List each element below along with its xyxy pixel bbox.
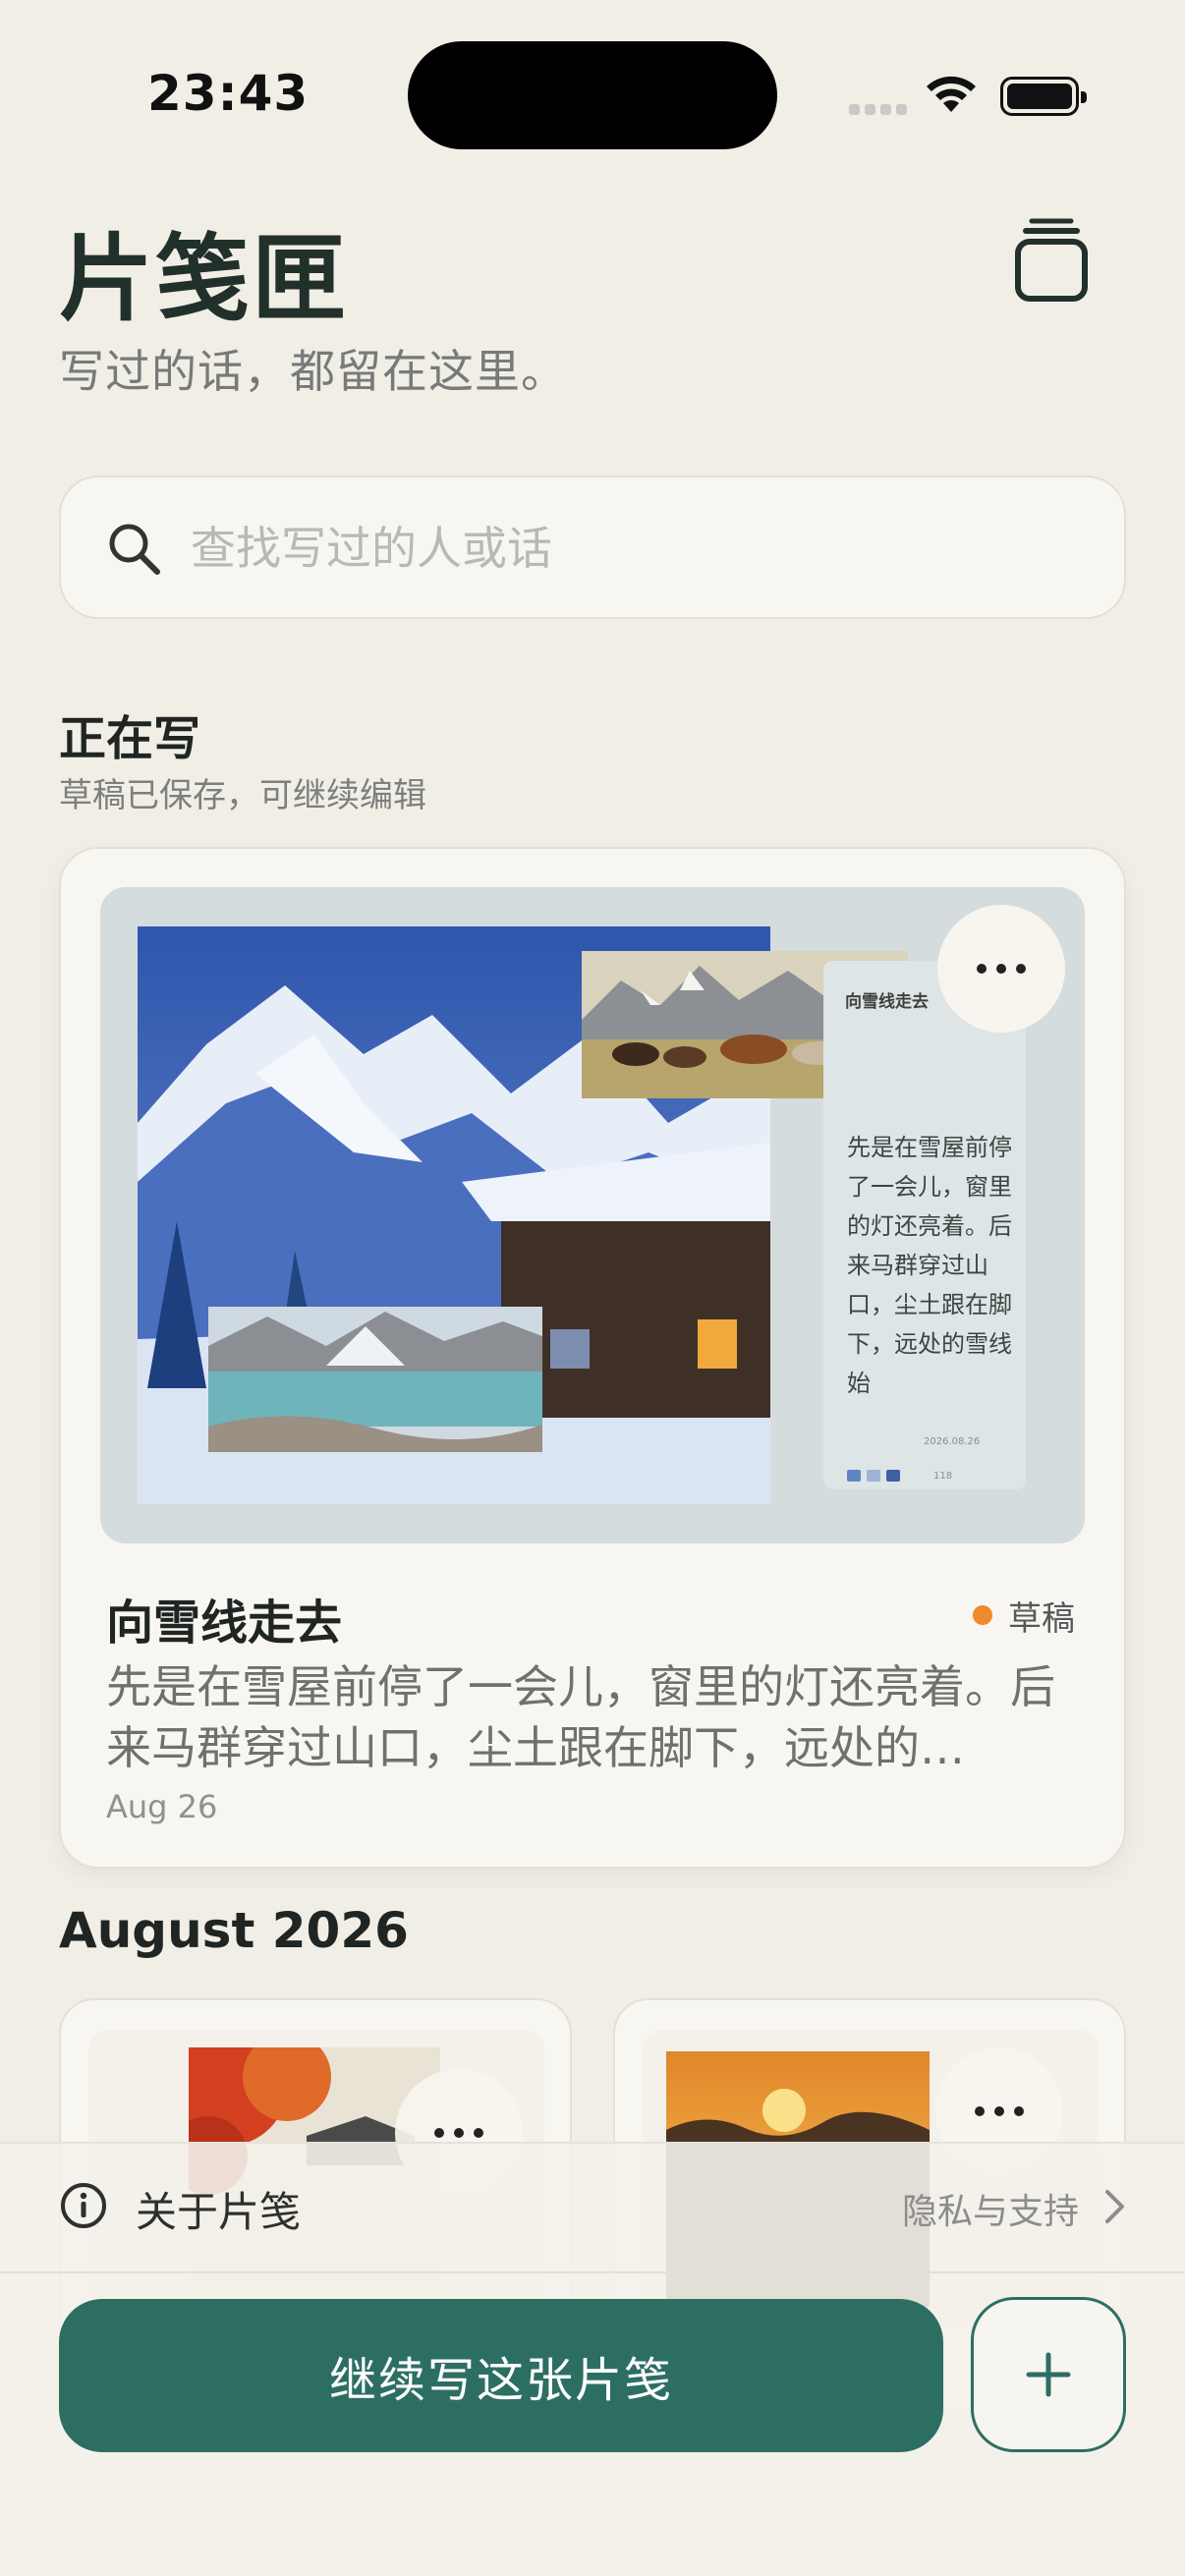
palette-swatch <box>886 1470 900 1482</box>
privacy-support-link[interactable]: 隐私与支持 <box>902 2183 1079 2234</box>
more-icon <box>434 2128 483 2138</box>
draft-date: Aug 26 <box>106 1788 218 1825</box>
note-text: 先是在雪屋前停了一会儿，窗里的灯还亮着。后来马群穿过山口，尘土跟在脚下，远处的雪… <box>847 1134 1012 1397</box>
more-icon <box>975 2106 1024 2116</box>
glacier-lake-image <box>208 1307 542 1452</box>
note-count: 118 <box>933 1471 953 1482</box>
wifi-icon <box>927 76 976 112</box>
page-subtitle: 写过的话，都留在这里。 <box>59 345 567 398</box>
note-title: 向雪线走去 <box>845 992 929 1012</box>
more-icon <box>977 964 1026 974</box>
note-date: 2026.08.26 <box>924 1436 981 1447</box>
draft-more-button[interactable] <box>937 905 1065 1033</box>
draft-excerpt: 先是在雪屋前停了一会儿，窗里的灯还亮着。后来马群穿过山口，尘土跟在脚下，远处的… <box>106 1660 1055 1774</box>
search-icon <box>109 524 160 575</box>
month-section-title: August 2026 <box>59 1902 409 1959</box>
search-bar <box>59 476 1126 619</box>
palette-swatch <box>847 1470 861 1482</box>
divider <box>0 2271 1185 2273</box>
add-postcard-button[interactable] <box>971 2297 1126 2452</box>
continue-writing-button[interactable]: 继续写这张片笺 <box>59 2299 943 2452</box>
chevron-right-icon[interactable] <box>1102 2187 1128 2226</box>
draft-status-label: 草稿 <box>1008 1599 1075 1639</box>
stack-icon[interactable] <box>1012 218 1091 305</box>
cellular-signal-icon <box>849 104 908 118</box>
about-label[interactable]: 关于片笺 <box>136 2179 301 2239</box>
draft-title: 向雪线走去 <box>106 1596 343 1651</box>
page-title: 片笺匣 <box>59 224 348 334</box>
palette-swatch <box>867 1470 880 1482</box>
plus-icon <box>1026 2352 1071 2397</box>
battery-icon <box>1000 77 1087 116</box>
dynamic-island <box>408 41 777 149</box>
status-time: 23:43 <box>147 65 310 122</box>
search-input[interactable] <box>191 513 1075 584</box>
draft-status-dot <box>973 1605 992 1625</box>
info-icon <box>61 2183 106 2228</box>
drafts-section-subtitle: 草稿已保存，可继续编辑 <box>59 776 426 815</box>
note-palette <box>847 1470 916 1484</box>
drafts-section-title: 正在写 <box>59 711 201 766</box>
